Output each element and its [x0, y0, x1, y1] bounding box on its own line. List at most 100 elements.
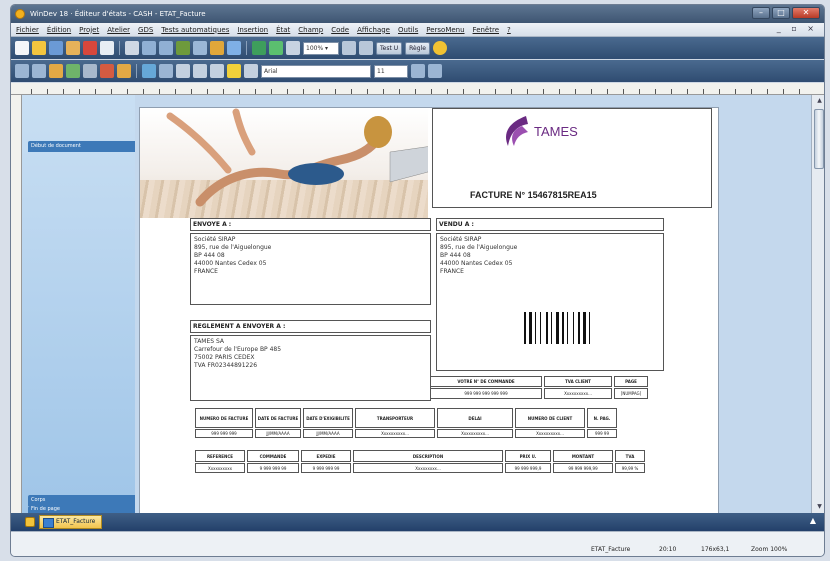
menu-item-8[interactable]: Champ	[297, 26, 324, 34]
wizard-icon[interactable]	[432, 41, 447, 55]
app-icon	[15, 9, 25, 19]
tab-etat-facture[interactable]: ETAT_Facture	[39, 515, 103, 529]
order-value-cell: 999 999 999 999 999	[430, 388, 542, 399]
menu-item-2[interactable]: Projet	[78, 26, 100, 34]
pin-icon[interactable]	[25, 517, 35, 527]
info-value-cell: 999 99	[587, 429, 617, 438]
zoom-select[interactable]: 100% ▾	[303, 41, 339, 55]
code-icon[interactable]	[210, 41, 224, 55]
font-select[interactable]: Arial	[261, 64, 371, 78]
barcode-icon[interactable]	[83, 64, 97, 78]
minimize-button[interactable]: –	[752, 7, 770, 19]
redo-icon[interactable]	[159, 41, 173, 55]
table-tool-icon[interactable]	[66, 64, 80, 78]
menu-item-9[interactable]: Code	[330, 26, 350, 34]
open-icon[interactable]	[32, 41, 46, 55]
title-bar: WinDev 18 · Éditeur d'états - CASH - ETA…	[11, 5, 824, 23]
text-icon[interactable]	[32, 64, 46, 78]
go-icon[interactable]	[269, 41, 283, 55]
scroll-up-icon[interactable]: ▲	[812, 95, 824, 107]
link-icon[interactable]	[159, 64, 173, 78]
window-controls: – □ ✕	[752, 7, 820, 19]
color-icon[interactable]	[411, 64, 425, 78]
menu-item-1[interactable]: Édition	[46, 26, 72, 34]
menu-item-14[interactable]: ?	[506, 26, 512, 34]
barcode-bar	[567, 312, 568, 344]
menu-item-6[interactable]: Insertion	[236, 26, 269, 34]
menu-item-0[interactable]: Fichier	[15, 26, 40, 34]
sender-address-line: Société SIRAP	[194, 236, 236, 243]
border-icon[interactable]	[428, 64, 442, 78]
info-header-cell: DATE D'EXIGIBILITE	[303, 408, 353, 428]
section-page-footer[interactable]: Fin de page	[28, 506, 135, 513]
status-name: ETAT_Facture	[591, 546, 631, 553]
grid-icon[interactable]	[176, 41, 190, 55]
scroll-thumb[interactable]	[814, 109, 824, 169]
new-icon[interactable]	[15, 41, 29, 55]
debug-icon[interactable]	[227, 41, 241, 55]
expand-icon[interactable]: ▲	[810, 516, 816, 525]
test-button[interactable]: Test U	[376, 41, 403, 55]
info-value-cell: Xxxxxxxxxx...	[515, 429, 585, 438]
barcode-bar	[583, 312, 586, 344]
italic-icon[interactable]	[193, 64, 207, 78]
cut-icon[interactable]	[83, 41, 97, 55]
menu-item-11[interactable]: Outils	[397, 26, 419, 34]
menu-item-13[interactable]: Fenêtre	[472, 26, 500, 34]
test-icon[interactable]	[252, 41, 266, 55]
save-icon[interactable]	[49, 41, 63, 55]
style-button[interactable]: Règle	[405, 41, 430, 55]
shape-icon[interactable]	[117, 64, 131, 78]
format-toolbar: Arial 11	[11, 60, 824, 82]
menu-item-4[interactable]: GDS	[137, 26, 154, 34]
copy-icon[interactable]	[100, 41, 114, 55]
menu-item-7[interactable]: État	[275, 26, 291, 34]
vertical-scrollbar[interactable]: ▲ ▼	[811, 95, 824, 513]
paste-icon[interactable]	[125, 41, 139, 55]
payment-address-line: TVA FR02344891226	[194, 362, 258, 369]
buyer-address-line: 44000 Nantes Cedex 05	[440, 260, 513, 267]
undo-icon[interactable]	[142, 41, 156, 55]
section-start-document[interactable]: Début de document	[28, 141, 135, 152]
font-size-select[interactable]: 11	[374, 64, 408, 78]
lines-header-cell: REFERENCE	[195, 450, 245, 462]
buyer-address-line: FRANCE	[440, 268, 464, 275]
section-body[interactable]: Corps	[28, 495, 135, 506]
scroll-down-icon[interactable]: ▼	[812, 501, 824, 513]
select-icon[interactable]	[15, 64, 29, 78]
align-icon[interactable]	[193, 41, 207, 55]
report-canvas[interactable]: TAMES FACTURE N° 15467815REA15 ENVOYE A …	[135, 95, 811, 513]
info-value-cell: JJ/MM/AAAA	[255, 429, 301, 438]
table-icon[interactable]	[286, 41, 300, 55]
highlight-icon[interactable]	[227, 64, 241, 78]
buyer-header: VENDU A :	[436, 218, 664, 231]
bold-icon[interactable]	[176, 64, 190, 78]
mdi-controls[interactable]: _ ▫ ×	[777, 24, 818, 33]
menu-item-10[interactable]: Affichage	[356, 26, 391, 34]
menu-item-12[interactable]: PersoMenu	[425, 26, 465, 34]
chart-icon[interactable]	[100, 64, 114, 78]
close-button[interactable]: ✕	[792, 7, 820, 19]
barcode-image	[524, 312, 590, 344]
info-header-cell: NUMERO DE FACTURE	[195, 408, 253, 428]
info-value-cell: Xxxxxxxxxx...	[355, 429, 435, 438]
barcode-bar	[529, 312, 532, 344]
buyer-address-line: BP 444 08	[440, 252, 471, 259]
info-header-cell: TRANSPORTEUR	[355, 408, 435, 428]
order-value-cell: Xxxxxxxxxx...	[544, 388, 612, 399]
document-tab-bar: ETAT_Facture ▲	[11, 513, 824, 531]
image-icon[interactable]	[49, 64, 63, 78]
menu-item-5[interactable]: Tests automatiques	[160, 26, 230, 34]
maximize-button[interactable]: □	[772, 7, 790, 19]
underline-icon[interactable]	[210, 64, 224, 78]
payment-address: TAMES SA Carrefour de l'Europe BP 485 7500…	[190, 335, 431, 401]
preview-icon[interactable]	[359, 41, 373, 55]
brand-name: TAMES	[534, 124, 578, 139]
menu-item-3[interactable]: Atelier	[106, 26, 131, 34]
calc-icon[interactable]	[142, 64, 156, 78]
print-icon[interactable]	[66, 41, 80, 55]
zoom-icon[interactable]	[342, 41, 356, 55]
lines-value-cell: 99 999 999,9	[505, 463, 551, 473]
barcode-bar	[556, 312, 559, 344]
align-left-icon[interactable]	[244, 64, 258, 78]
